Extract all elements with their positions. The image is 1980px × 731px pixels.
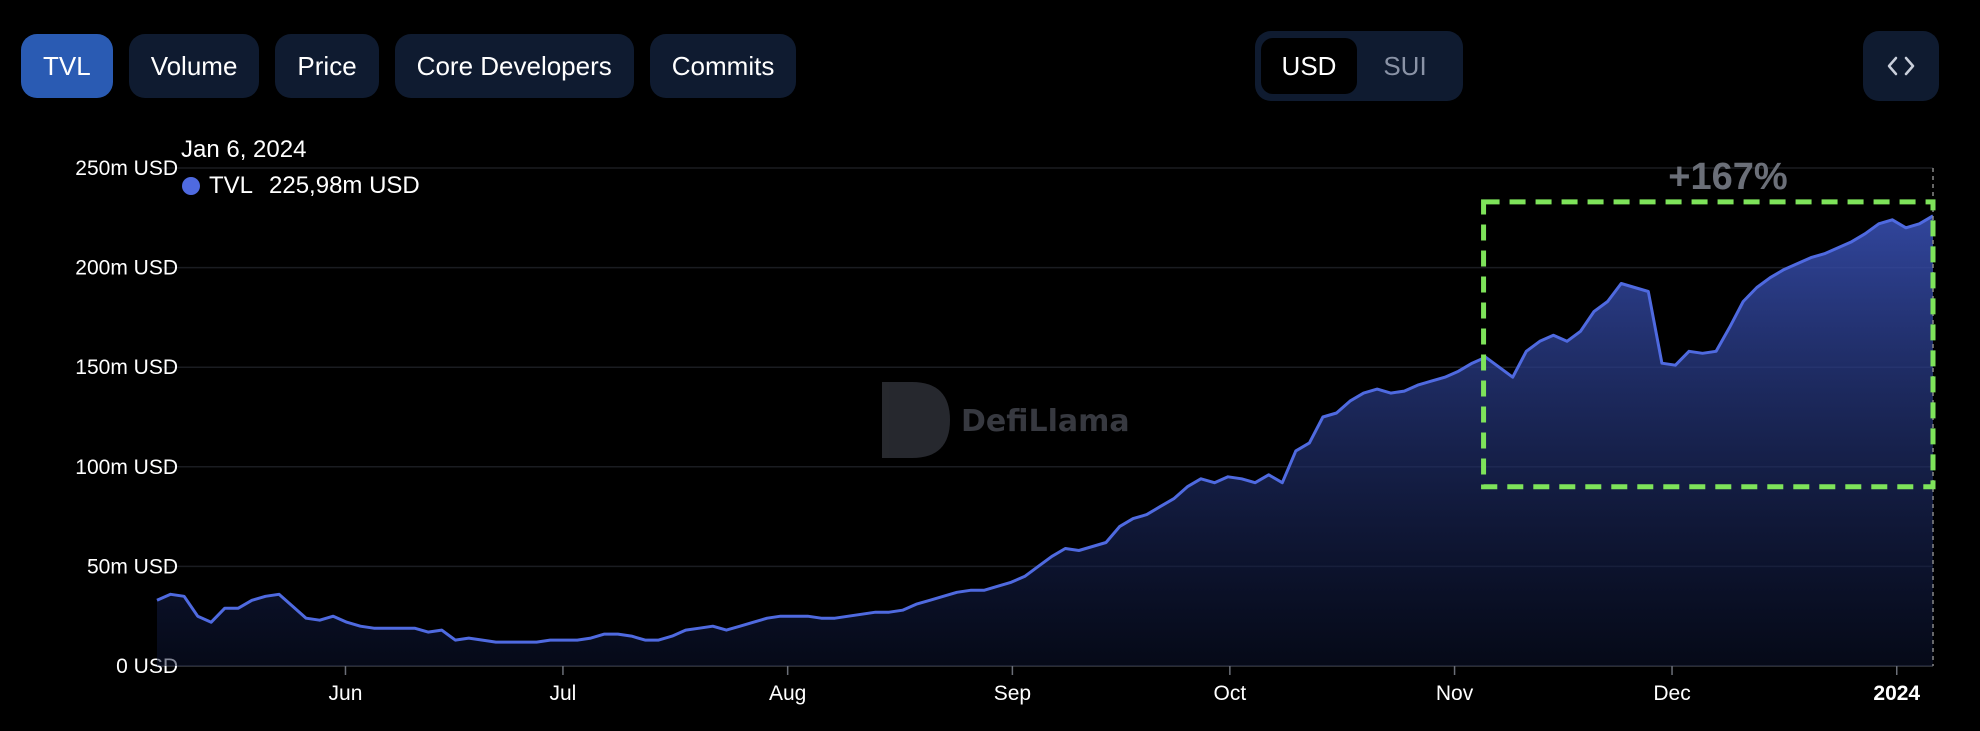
x-tick-label: Oct	[1214, 682, 1247, 705]
x-tick-label: 2024	[1873, 682, 1920, 705]
y-tick-label: 150m USD	[75, 356, 178, 379]
y-tick-label: 50m USD	[87, 555, 178, 578]
tvl-area	[157, 215, 1933, 667]
x-tick-label: Jun	[329, 682, 363, 705]
x-axis: Jun Jul Aug Sep Oct Nov Dec 2024	[329, 666, 1920, 705]
tooltip: Jan 6, 2024 TVL 225,98m USD	[181, 136, 420, 200]
y-tick-label: 250m USD	[75, 157, 178, 180]
y-tick-label: 200m USD	[75, 257, 178, 280]
llama-logo-icon	[882, 382, 950, 458]
y-tick-label: 100m USD	[75, 456, 178, 479]
tooltip-date: Jan 6, 2024	[181, 136, 307, 163]
x-tick-label: Jul	[550, 682, 577, 705]
watermark-text: DefiLlama	[961, 404, 1130, 439]
tooltip-series: TVL	[209, 172, 254, 199]
watermark: DefiLlama	[882, 382, 1130, 458]
tvl-chart: 0 USD50m USD100m USD150m USD200m USD250m…	[75, 156, 1936, 705]
x-tick-label: Aug	[769, 682, 806, 705]
x-tick-label: Sep	[994, 682, 1031, 705]
x-tick-label: Nov	[1436, 682, 1474, 705]
series-dot-icon	[182, 177, 200, 195]
tooltip-value: 225,98m USD	[269, 172, 420, 199]
x-tick-label: Dec	[1653, 682, 1690, 705]
growth-annotation: +167%	[1668, 156, 1787, 198]
